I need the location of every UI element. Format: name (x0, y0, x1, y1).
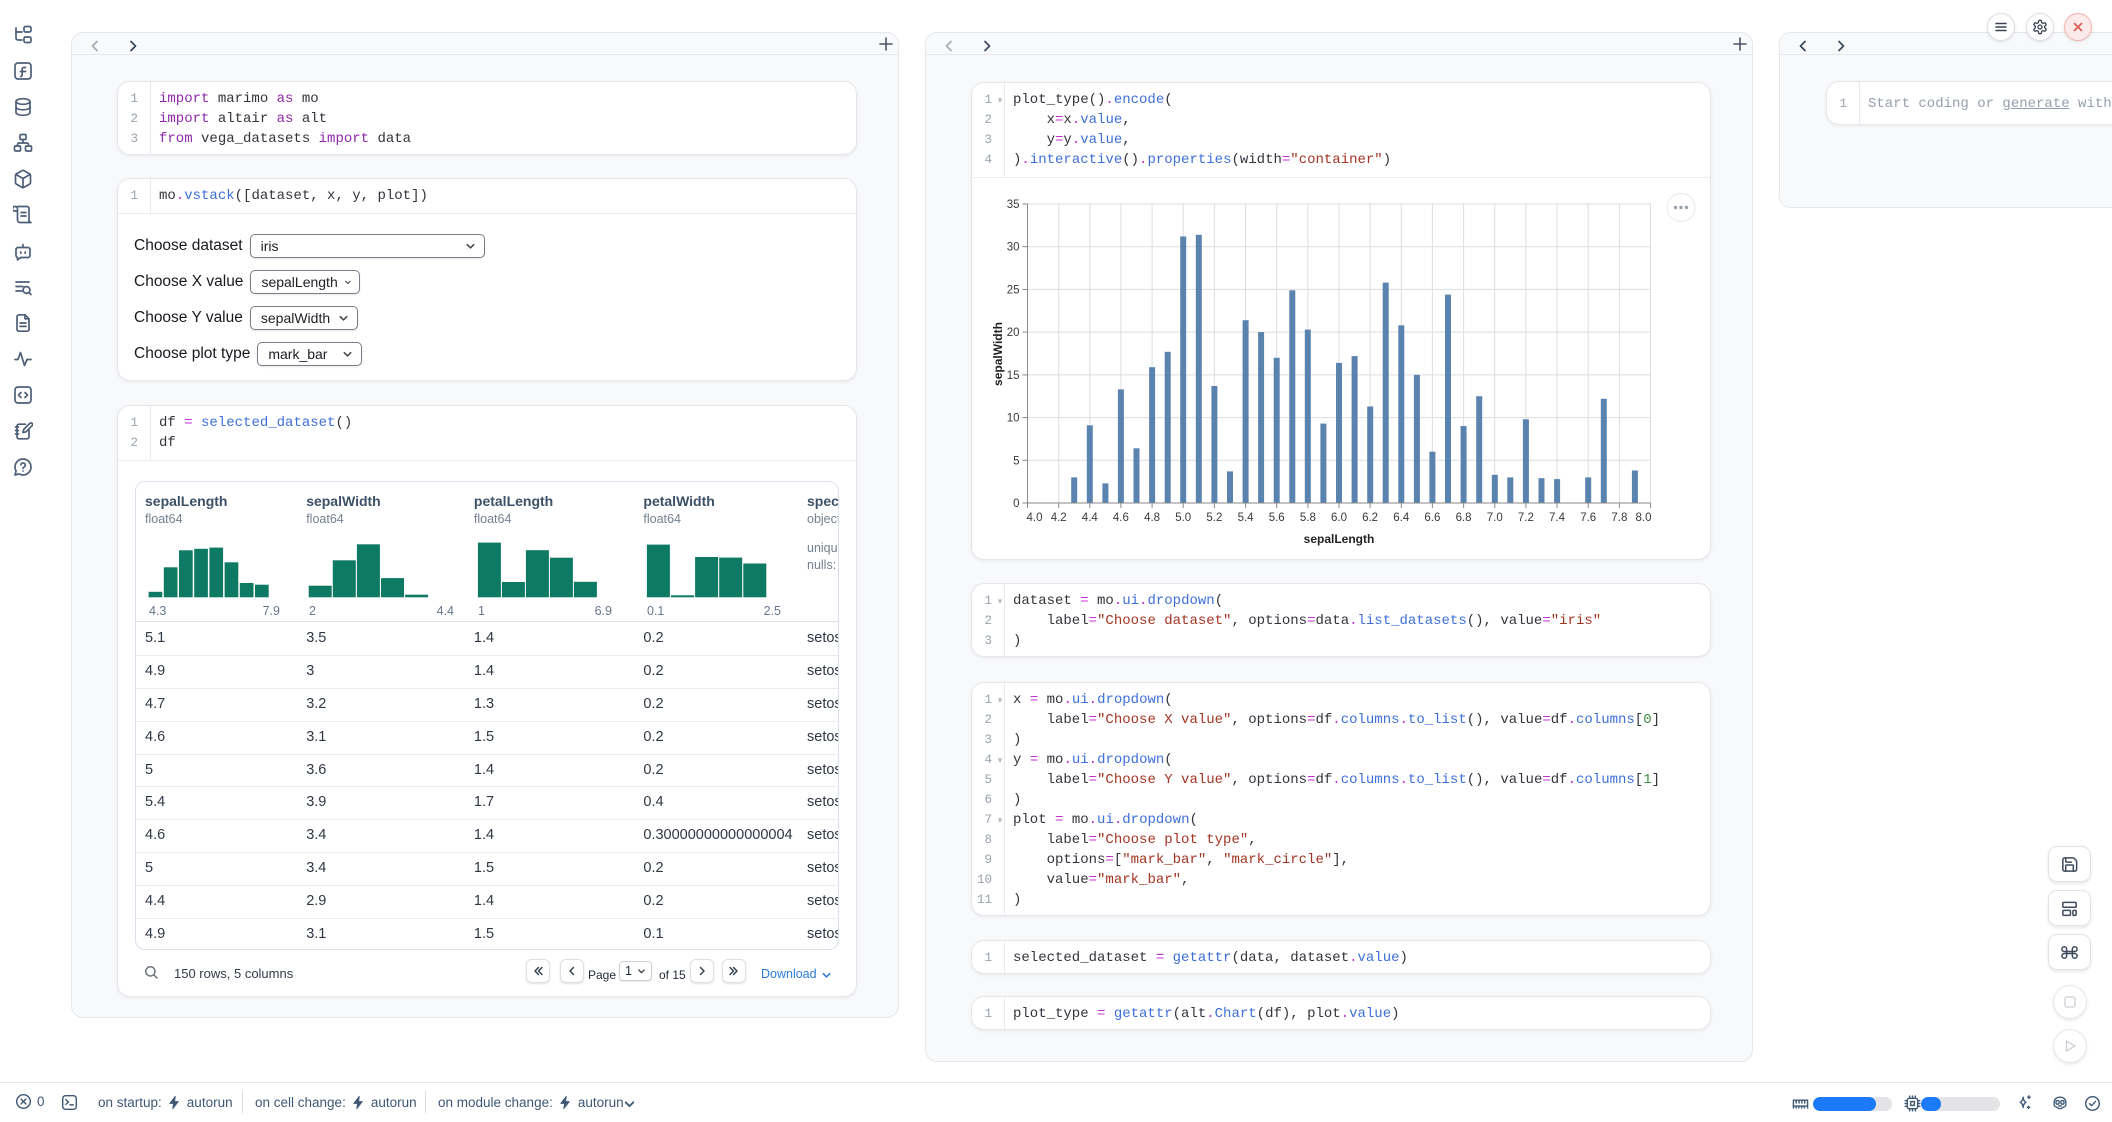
svg-text:sepalWidth: sepalWidth (991, 322, 1005, 386)
svg-text:5.2: 5.2 (1206, 512, 1222, 524)
svg-text:sepalLength: sepalLength (1304, 532, 1375, 546)
svg-text:7.6: 7.6 (1580, 512, 1596, 524)
svg-text:7.0: 7.0 (1487, 512, 1503, 524)
svg-text:5.4: 5.4 (1238, 512, 1255, 524)
svg-text:6.2: 6.2 (1362, 512, 1378, 524)
svg-text:4.0: 4.0 (1027, 512, 1043, 524)
svg-text:4.8: 4.8 (1144, 512, 1160, 524)
svg-text:5.0: 5.0 (1175, 512, 1191, 524)
svg-text:0: 0 (1013, 498, 1019, 510)
svg-text:6.6: 6.6 (1424, 512, 1440, 524)
svg-text:6.4: 6.4 (1393, 512, 1410, 524)
svg-text:4.6: 4.6 (1113, 512, 1129, 524)
svg-text:4.2: 4.2 (1051, 512, 1067, 524)
svg-text:10: 10 (1007, 413, 1020, 425)
svg-text:7.8: 7.8 (1611, 512, 1627, 524)
svg-text:15: 15 (1007, 370, 1020, 382)
svg-text:7.2: 7.2 (1518, 512, 1534, 524)
svg-text:30: 30 (1007, 242, 1020, 254)
svg-text:20: 20 (1007, 327, 1020, 339)
svg-text:8.0: 8.0 (1636, 512, 1652, 524)
svg-text:5.8: 5.8 (1300, 512, 1316, 524)
svg-text:4.4: 4.4 (1082, 512, 1099, 524)
svg-text:6.8: 6.8 (1456, 512, 1472, 524)
svg-text:7.4: 7.4 (1549, 512, 1566, 524)
svg-text:35: 35 (1007, 199, 1020, 211)
svg-text:25: 25 (1007, 284, 1020, 296)
svg-text:5.6: 5.6 (1269, 512, 1285, 524)
svg-text:6.0: 6.0 (1331, 512, 1347, 524)
svg-text:5: 5 (1013, 455, 1019, 467)
